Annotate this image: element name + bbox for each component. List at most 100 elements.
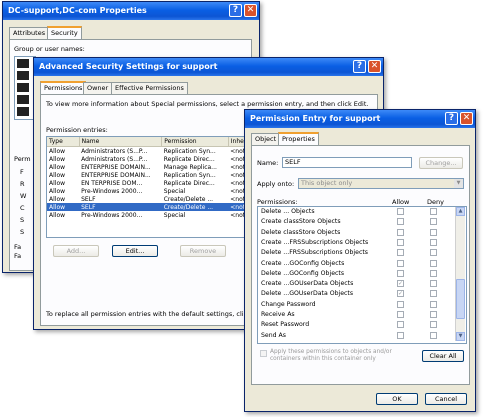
- table-row[interactable]: Allow Administrators (S...P... Replicate D…: [47, 155, 247, 163]
- deny-checkbox[interactable]: [430, 321, 437, 329]
- permissions-list[interactable]: Delete ... Objects Create classStore Obje…: [257, 206, 467, 344]
- deny-checkbox[interactable]: [430, 269, 437, 277]
- permission-row[interactable]: Send As: [258, 331, 454, 341]
- scroll-down-icon[interactable]: ▼: [456, 332, 465, 341]
- permission-row[interactable]: Delete ... Objects: [258, 207, 454, 217]
- close-icon[interactable]: ✕: [368, 60, 381, 73]
- permission-row[interactable]: Delete ...GOConfig Objects: [258, 269, 454, 279]
- scroll-up-icon[interactable]: ▲: [456, 207, 465, 216]
- col-name[interactable]: Name: [79, 137, 163, 147]
- cell-name: Administrators (S...P...: [81, 155, 148, 163]
- close-icon[interactable]: ✕: [244, 4, 257, 17]
- help-icon[interactable]: ?: [445, 112, 458, 125]
- table-row[interactable]: Allow Administrators (S...P... Replication…: [47, 147, 247, 156]
- allow-checkbox[interactable]: [397, 238, 404, 246]
- allow-checkbox[interactable]: ✓: [397, 280, 404, 288]
- allow-checkbox[interactable]: [397, 259, 404, 267]
- permission-row[interactable]: Create ...FRSSubscriptions Objects: [258, 238, 454, 248]
- clear-all-button[interactable]: Clear All: [422, 350, 464, 362]
- apply-label: Apply onto:: [257, 180, 295, 188]
- name-field[interactable]: SELF: [282, 157, 412, 168]
- deny-checkbox[interactable]: [430, 331, 437, 339]
- permission-row[interactable]: Create ...GOConfig Objects: [258, 259, 454, 269]
- tab-properties[interactable]: Properties: [278, 132, 319, 145]
- cell-name: SELF: [79, 203, 162, 211]
- allow-checkbox[interactable]: [397, 311, 404, 318]
- cancel-button[interactable]: Cancel: [425, 393, 467, 405]
- permission-row[interactable]: Create classStore Objects: [258, 217, 454, 227]
- cell-perm: Create/Delete ...: [161, 203, 229, 211]
- permission-label: Create ...GOConfig Objects: [261, 259, 345, 267]
- allow-checkbox[interactable]: ✓: [397, 290, 404, 298]
- allow-checkbox[interactable]: [397, 218, 404, 226]
- deny-checkbox[interactable]: [430, 311, 437, 318]
- permission-row[interactable]: Create ...GOUserData Objects ✓: [258, 279, 454, 289]
- fa-label: Fa: [14, 243, 22, 251]
- add-button[interactable]: Add...: [53, 245, 99, 257]
- permission-row[interactable]: Reset Password: [258, 320, 454, 330]
- replace-text: To replace all permission entries with t…: [46, 310, 262, 318]
- table-row[interactable]: AllowPre-Windows 2000...Special<not inh: [47, 211, 247, 219]
- tab-owner[interactable]: Owner: [83, 82, 113, 94]
- permission-row[interactable]: Receive As: [258, 310, 454, 320]
- table-row[interactable]: Allow EN TERPRISE DOM... Replicate Direc..…: [47, 179, 247, 187]
- entries-label: Permission entries:: [46, 126, 108, 134]
- tab-object[interactable]: Object: [251, 133, 281, 145]
- deny-checkbox[interactable]: [430, 259, 437, 267]
- cell-name: ENTERPRISE DOMAIN...: [81, 163, 151, 171]
- change-button[interactable]: Change...: [419, 157, 463, 169]
- edit-button[interactable]: Edit...: [112, 245, 158, 257]
- deny-checkbox[interactable]: [430, 249, 437, 257]
- cell-name: Administrators (S...P...: [81, 147, 148, 155]
- deny-checkbox[interactable]: [430, 218, 437, 226]
- cell-type: Allow: [49, 187, 66, 195]
- allow-checkbox[interactable]: [397, 321, 404, 329]
- table-row-selected[interactable]: AllowSELFCreate/Delete ...<not inh: [47, 203, 247, 211]
- allow-checkbox[interactable]: [397, 249, 404, 257]
- tab-permissions[interactable]: Permissions: [40, 81, 87, 94]
- name-label: Name:: [257, 159, 279, 167]
- apply-checkbox[interactable]: [260, 350, 267, 357]
- group-label: Group or user names:: [14, 45, 85, 53]
- scrollbar[interactable]: ▲ ▼: [455, 207, 465, 341]
- entries-list[interactable]: Type Name Permission Inheri Allow Adminis…: [46, 136, 248, 238]
- cell-type: Allow: [49, 179, 66, 187]
- col-permission[interactable]: Permission: [161, 137, 229, 147]
- cell-type: Allow: [49, 195, 66, 203]
- table-row[interactable]: Allow ENTERPRISE DOMAIN... Replication Syn…: [47, 171, 247, 179]
- tab-security[interactable]: Security: [47, 26, 82, 39]
- remove-button[interactable]: Remove: [180, 245, 226, 257]
- table-row[interactable]: AllowPre-Windows 2000...Special<not inh: [47, 187, 247, 195]
- allow-checkbox[interactable]: [397, 269, 404, 277]
- deny-checkbox[interactable]: [430, 238, 437, 246]
- help-icon[interactable]: ?: [353, 60, 366, 73]
- cell-type: Allow: [49, 171, 66, 179]
- permission-row[interactable]: Delete ...GOUserData Objects ✓: [258, 289, 454, 299]
- permission-row[interactable]: Change Password: [258, 300, 454, 310]
- cell-perm: Replicate Direc...: [163, 155, 215, 163]
- permission-row[interactable]: Delete classStore Objects: [258, 228, 454, 238]
- deny-checkbox[interactable]: [430, 280, 437, 288]
- allow-checkbox[interactable]: [397, 208, 404, 215]
- table-row[interactable]: Allow ENTERPRISE DOMAIN... Manage Replica.…: [47, 163, 247, 171]
- col-type[interactable]: Type: [47, 137, 80, 147]
- help-icon[interactable]: ?: [229, 4, 242, 17]
- apply-onto-select[interactable]: This object only: [298, 178, 464, 189]
- chevron-down-icon: ▼: [454, 179, 463, 188]
- deny-checkbox[interactable]: [430, 290, 437, 298]
- cell-name: EN TERPRISE DOM...: [81, 179, 143, 187]
- ok-button[interactable]: OK: [376, 393, 418, 405]
- cell-type: Allow: [49, 147, 66, 155]
- tab-attributes[interactable]: Attributes: [9, 27, 50, 39]
- deny-checkbox[interactable]: [430, 300, 437, 308]
- table-row[interactable]: AllowSELFCreate/Delete ...<not inh: [47, 195, 247, 203]
- close-icon[interactable]: ✕: [460, 112, 473, 125]
- permission-row[interactable]: Delete ...FRSSubscriptions Objects: [258, 248, 454, 258]
- allow-checkbox[interactable]: [397, 331, 404, 339]
- allow-checkbox[interactable]: [397, 300, 404, 308]
- scroll-thumb[interactable]: [456, 279, 465, 319]
- deny-checkbox[interactable]: [430, 208, 437, 215]
- allow-checkbox[interactable]: [397, 228, 404, 236]
- deny-checkbox[interactable]: [430, 228, 437, 236]
- tab-effective-permissions[interactable]: Effective Permissions: [111, 82, 188, 94]
